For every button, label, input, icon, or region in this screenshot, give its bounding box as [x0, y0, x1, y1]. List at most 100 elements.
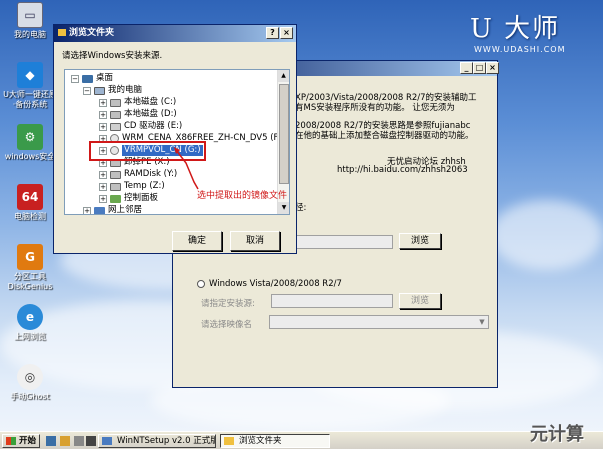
description-line: 有MS安装程序所没有的功能。 让您无须为: [295, 103, 455, 113]
dialog-titlebar: 浏览文件夹 ? ×: [54, 25, 296, 42]
shield-icon: ⚙: [17, 124, 43, 150]
dialog-title: 浏览文件夹: [69, 28, 115, 38]
expand-icon[interactable]: +: [99, 122, 107, 131]
tree-row-drive-d[interactable]: + 本地磁盘 (D:): [99, 109, 177, 120]
logo-text: U 大师: [470, 14, 561, 44]
drive-icon: [110, 98, 121, 107]
desktop-icon: [82, 74, 93, 83]
cancel-button[interactable]: 取消: [230, 231, 280, 251]
drive-icon: [110, 110, 121, 119]
watermark: 元计算: [530, 424, 584, 445]
image-name-select[interactable]: ▼: [269, 315, 489, 329]
minimize-button[interactable]: _: [460, 62, 473, 74]
tree-label: 桌面: [96, 73, 114, 83]
selection-highlight-box: [89, 141, 206, 161]
maximize-button[interactable]: □: [473, 62, 486, 74]
expand-icon[interactable]: +: [83, 206, 91, 214]
cloud: [490, 200, 603, 270]
tree-row-control-panel[interactable]: + 控制面板: [99, 193, 158, 204]
tree-label: RAMDisk (Y:): [124, 169, 178, 179]
ok-button[interactable]: 确定: [172, 231, 222, 251]
tree-row-drive-e[interactable]: + CD 驱动器 (E:): [99, 121, 182, 132]
tree-label: Temp (Z:): [124, 181, 165, 191]
windows-logo-icon: [6, 437, 16, 445]
scroll-down-icon[interactable]: ▼: [278, 202, 289, 214]
annotation-text: 选中提取出的镜像文件: [197, 191, 288, 201]
expand-icon[interactable]: +: [99, 110, 107, 119]
install-source-field[interactable]: [271, 294, 393, 308]
browser-icon: e: [17, 304, 43, 330]
tree-row-drive-y[interactable]: + RAMDisk (Y:): [99, 169, 177, 180]
tree-row-desktop[interactable]: − 桌面: [71, 73, 113, 84]
tree-label: 控制面板: [124, 193, 159, 203]
control-panel-icon: [110, 194, 121, 203]
bird-icon: ◆: [17, 62, 43, 88]
desktop-icon-ghost[interactable]: ◎ 手动Ghost: [2, 364, 58, 402]
expand-icon[interactable]: +: [99, 182, 107, 191]
tree-label: 网上邻居: [108, 205, 143, 215]
chevron-down-icon: ▼: [479, 318, 485, 326]
expand-icon[interactable]: +: [99, 170, 107, 179]
tree-row-drive-c[interactable]: + 本地磁盘 (C:): [99, 97, 176, 108]
scroll-thumb[interactable]: [279, 84, 289, 184]
64-icon: 64: [17, 184, 43, 210]
desktop-icon-label: 手动Ghost: [10, 392, 50, 401]
collapse-icon[interactable]: −: [83, 86, 91, 95]
description-line: 在他的基础上添加整合磁盘控制器驱动的功能。: [295, 131, 474, 141]
taskbar-item-browse-folder[interactable]: 浏览文件夹: [220, 434, 330, 448]
computer-icon: ▭: [17, 2, 43, 28]
start-button[interactable]: 开始: [2, 434, 40, 448]
tree-label: 本地磁盘 (D:): [124, 109, 177, 119]
desktop-icon-windows-security[interactable]: ⚙ windows安全: [2, 124, 58, 162]
tree-label: 本地磁盘 (C:): [124, 97, 177, 107]
ghost-icon: ◎: [17, 364, 43, 390]
taskbar: 开始 WinNTSetup v2.0 正式版 浏览文件夹: [0, 431, 603, 449]
desktop-icon-my-computer[interactable]: ▭ 我的电脑: [2, 2, 58, 40]
cd-drive-icon: [110, 122, 121, 131]
desktop-icon-label: 我的电脑: [14, 30, 46, 39]
desktop-icon-udashi-restore[interactable]: ◆ U大师一键还原·备份系统: [2, 62, 58, 110]
scroll-up-icon[interactable]: ▲: [278, 70, 289, 82]
taskbar-item-winntsetup[interactable]: WinNTSetup v2.0 正式版: [98, 434, 216, 448]
folder-icon: [58, 29, 66, 36]
radio-label: Windows Vista/2008/2008 R2/7: [209, 279, 342, 289]
browse-button-vista[interactable]: 浏览: [399, 293, 441, 309]
install-source-label: 请指定安装源:: [201, 299, 255, 309]
tree-row-drive-z[interactable]: + Temp (Z:): [99, 181, 165, 192]
computer-icon: [94, 86, 105, 95]
radio-icon: [197, 280, 205, 288]
image-name-label: 请选择映像名: [201, 320, 253, 330]
tree-row-network[interactable]: + 网上邻居: [83, 205, 143, 215]
desktop-icon-pc-check[interactable]: 64 电脑检测: [2, 184, 58, 222]
quicklaunch-icon[interactable]: [86, 436, 96, 446]
help-button[interactable]: ?: [266, 27, 279, 39]
browse-button-xp[interactable]: 浏览: [399, 233, 441, 249]
tree-row-my-computer[interactable]: − 我的电脑: [83, 85, 142, 96]
folder-icon: [224, 437, 234, 445]
close-button[interactable]: ×: [486, 62, 499, 74]
tree-label: CD 驱动器 (E:): [124, 121, 183, 131]
quicklaunch-icon[interactable]: [46, 436, 56, 446]
desktop-icon-label: 电脑检测: [14, 212, 46, 221]
browse-folder-dialog: 浏览文件夹 ? × 请选择Windows安装来源. − 桌面 − 我的电脑 + …: [53, 24, 297, 254]
udashi-logo: U 大师 WWW.UDASHI.COM: [470, 8, 565, 54]
quicklaunch-icon[interactable]: [74, 436, 84, 446]
network-icon: [94, 206, 105, 214]
taskbar-item-label: WinNTSetup v2.0 正式版: [117, 436, 216, 446]
quicklaunch-icon[interactable]: [60, 436, 70, 446]
expand-icon[interactable]: +: [99, 194, 107, 203]
desktop-icon-label: U大师一键还原·备份系统: [3, 90, 57, 109]
diskgenius-icon: G: [17, 244, 43, 270]
expand-icon[interactable]: +: [99, 98, 107, 107]
desktop-icon-label: 分区工具 DiskGenius: [7, 272, 53, 291]
author-link[interactable]: http://hi.baidu.com/zhhsh2063: [337, 165, 468, 175]
logo-url: WWW.UDASHI.COM: [474, 45, 566, 54]
drive-icon: [110, 182, 121, 191]
collapse-icon[interactable]: −: [71, 74, 79, 83]
app-icon: [102, 437, 112, 445]
dialog-prompt: 请选择Windows安装来源.: [62, 51, 163, 61]
desktop-icon-browser[interactable]: e 上网浏览: [2, 304, 58, 342]
dialog-close-button[interactable]: ×: [280, 27, 293, 39]
radio-vista-7[interactable]: Windows Vista/2008/2008 R2/7: [197, 279, 342, 289]
desktop-icon-diskgenius[interactable]: G 分区工具 DiskGenius: [2, 244, 58, 292]
